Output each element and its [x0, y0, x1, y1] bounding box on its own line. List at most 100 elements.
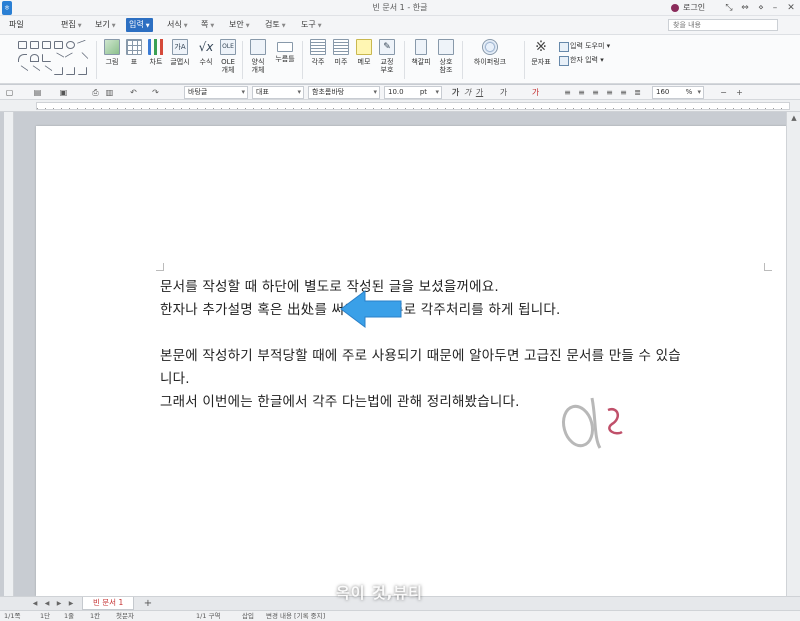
shape-line-icon[interactable] [76, 39, 89, 51]
menu-page[interactable]: 쪽 ▼ [198, 18, 217, 32]
status-column: 1단 [40, 612, 51, 620]
tab-first-icon[interactable]: ◀ [30, 599, 40, 609]
zoom-select[interactable]: 160 % [652, 86, 704, 99]
vertical-ruler[interactable] [4, 112, 14, 596]
align-right-icon[interactable]: ≡ [604, 87, 615, 98]
style-select[interactable]: 바탕글 [184, 86, 248, 99]
document-line: 문서를 작성할 때 하단에 별도로 작성된 글을 보셨을꺼에요. [160, 279, 499, 295]
shape-curve-icon[interactable] [30, 54, 39, 62]
line-spacing-icon[interactable]: ≣ [632, 87, 643, 98]
shape-ellipse-icon[interactable] [66, 41, 75, 49]
new-document-icon[interactable]: ▢ [4, 87, 15, 98]
symbol-icon: ※ [535, 39, 547, 55]
cross-reference-button[interactable]: 상호 참조 [433, 39, 459, 81]
insert-field-label: 누름틀 [275, 55, 295, 63]
status-page[interactable]: 1/1쪽 [4, 612, 20, 621]
status-line: 1줄 [64, 612, 75, 620]
menu-insert[interactable]: 입력 ▼ [126, 18, 153, 32]
status-insert-mode[interactable]: 삽입 [242, 612, 254, 621]
underline-icon[interactable]: 가 [474, 87, 485, 98]
vertical-scrollbar[interactable]: ▲ [786, 112, 800, 596]
shape-rect-icon[interactable] [42, 41, 51, 49]
shape-arrow-icon[interactable] [16, 65, 29, 77]
align-left-icon[interactable]: ≡ [576, 87, 587, 98]
status-track-changes[interactable]: 변경 내용 [기록 중지] [266, 612, 325, 621]
open-folder-icon[interactable]: ▤ [32, 87, 43, 98]
menu-view[interactable]: 보기 ▼ [92, 18, 119, 32]
undo-icon[interactable]: ↶ [128, 87, 139, 98]
menu-security-label: 보안 [229, 20, 244, 29]
zoom-in-icon[interactable]: + [734, 87, 745, 98]
language-select[interactable]: 대표 [252, 86, 304, 99]
insert-form-object-button[interactable]: 양식 개체 [245, 39, 271, 81]
zoom-unit: % [685, 88, 693, 96]
symbol-button[interactable]: ※ 문자표 [528, 39, 554, 81]
ribbon-separator [242, 41, 243, 79]
font-color-icon[interactable]: 가 [530, 87, 541, 98]
menu-file[interactable]: 파일 [6, 18, 27, 32]
shape-line-icon[interactable] [64, 52, 77, 64]
settings-icon[interactable]: ⋄ [754, 1, 768, 15]
proofreading-mark-button[interactable]: ✎ 교정 부호 [374, 39, 400, 81]
font-size-select[interactable]: 10.0 pt [384, 86, 442, 99]
table-icon [126, 39, 142, 55]
help-search-input[interactable] [668, 19, 778, 31]
add-tab-button[interactable]: + [142, 598, 154, 610]
shape-textbox-icon[interactable] [30, 41, 39, 49]
document-page[interactable]: 문서를 작성할 때 하단에 별도로 작성된 글을 보셨을꺼에요. 한자나 추가설… [36, 126, 790, 596]
menu-security[interactable]: 보안 ▼ [226, 18, 253, 32]
menu-format[interactable]: 서식 ▼ [164, 18, 191, 32]
zoom-out-icon[interactable]: − [718, 87, 729, 98]
shape-polyline-icon[interactable] [42, 54, 51, 62]
shape-connector-icon[interactable] [66, 67, 75, 75]
shape-rect-icon[interactable] [18, 41, 27, 49]
menu-review[interactable]: 검토 ▼ [262, 18, 289, 32]
bold-icon[interactable]: 가 [450, 87, 461, 98]
shapes-gallery[interactable] [16, 39, 96, 79]
scroll-up-icon[interactable]: ▲ [787, 112, 800, 124]
tab-prev-icon[interactable]: ◀ [42, 599, 52, 609]
align-distribute-icon[interactable]: ≡ [618, 87, 629, 98]
restore-ribbon-icon[interactable]: ⇔ [738, 1, 752, 15]
horizontal-ruler[interactable] [0, 100, 800, 112]
save-icon[interactable]: ▣ [58, 87, 69, 98]
insert-ole-button[interactable]: OLE OLE 개체 [215, 39, 241, 81]
shape-connector-icon[interactable] [54, 67, 63, 75]
align-justify-icon[interactable]: ≡ [562, 87, 573, 98]
font-select[interactable]: 함초롬바탕 [308, 86, 380, 99]
shape-rounded-rect-icon[interactable] [54, 41, 63, 49]
preview-icon[interactable]: ▥ [104, 87, 115, 98]
tab-next-icon[interactable]: ▶ [54, 599, 64, 609]
fullscreen-icon[interactable]: ⤡ [722, 1, 736, 15]
insert-field-button[interactable]: 누름틀 [272, 39, 298, 81]
print-icon[interactable]: ⎙ [90, 87, 101, 98]
minimize-icon[interactable]: – [768, 1, 782, 15]
close-icon[interactable]: ✕ [784, 1, 798, 15]
italic-icon[interactable]: 가 [462, 87, 473, 98]
tab-last-icon[interactable]: ▶ [66, 599, 76, 609]
input-helper-button[interactable]: 입력 도우미 ▾ [558, 41, 610, 52]
bookmark-button[interactable]: 책갈피 [408, 39, 434, 81]
shape-connector-icon[interactable] [78, 67, 87, 75]
shape-line-icon[interactable] [52, 52, 65, 64]
shape-arc-icon[interactable] [18, 54, 27, 62]
insert-chart-button[interactable]: 차트 [143, 39, 169, 81]
insert-textart-button[interactable]: 가A 글맵시 [167, 39, 193, 81]
login-button[interactable]: 로그인 [669, 2, 709, 14]
input-helper-label: 입력 도우미 [570, 42, 605, 50]
shape-line-icon[interactable] [76, 51, 89, 65]
shape-arrow-icon[interactable] [28, 65, 41, 77]
menu-edit[interactable]: 편집 ▼ [58, 18, 85, 32]
menu-tools[interactable]: 도구 ▼ [298, 18, 325, 32]
tab-document-1[interactable]: 빈 문서 1 [82, 597, 135, 610]
bookmark-icon [415, 39, 427, 55]
hanja-input-button[interactable]: 한자 입력 ▾ [558, 55, 604, 66]
redo-icon[interactable]: ↷ [150, 87, 161, 98]
align-center-icon[interactable]: ≡ [590, 87, 601, 98]
shape-arrow-icon[interactable] [40, 65, 53, 77]
status-char: 1칸 [90, 612, 101, 620]
hyperlink-button[interactable]: 하이퍼링크 [472, 39, 508, 81]
strikethrough-icon[interactable]: 가 [498, 87, 509, 98]
bookmark-label: 책갈피 [411, 58, 431, 66]
pointer-arrow-icon [340, 290, 402, 328]
